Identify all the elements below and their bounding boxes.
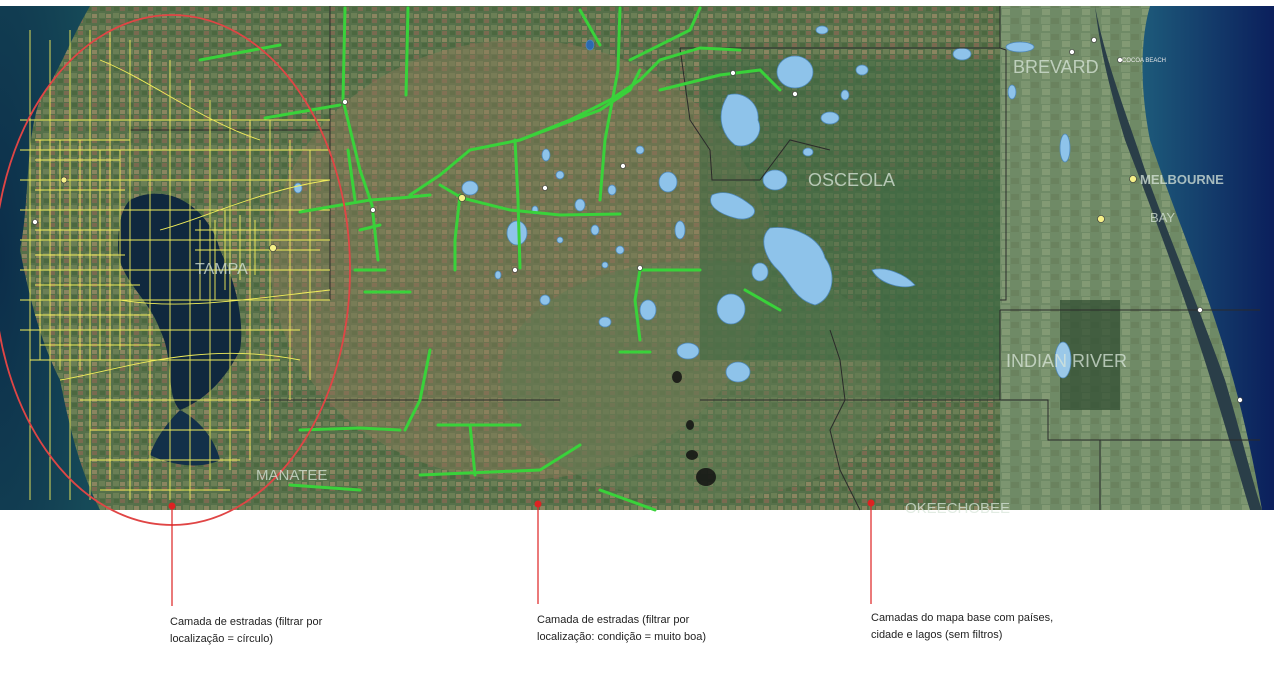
annotation-basemap: Camadas do mapa base com países, cidade …	[871, 612, 1054, 641]
label-melbourne: MELBOURNE	[1140, 172, 1224, 187]
map-canvas[interactable]: BREVARD OSCEOLA MELBOURNE INDIAN RIVER T…	[0, 0, 1274, 686]
label-okeechobee: OKEECHOBEE	[905, 500, 1010, 517]
callout-lines	[171, 503, 872, 606]
label-brevard: BREVARD	[1013, 57, 1099, 77]
map-figure: BREVARD OSCEOLA MELBOURNE INDIAN RIVER T…	[0, 0, 1274, 686]
annotation-roads-circle: Camada de estradas (filtrar por localiza…	[170, 616, 323, 645]
label-tampa: TAMPA	[195, 261, 248, 278]
label-osceola: OSCEOLA	[808, 170, 895, 190]
label-indian-river: INDIAN RIVER	[1006, 351, 1127, 371]
label-cocoa-beach: COCOA BEACH	[1122, 58, 1166, 64]
label-manatee: MANATEE	[256, 467, 327, 484]
label-bay: BAY	[1150, 210, 1175, 225]
annotation-roads-condition: Camada de estradas (filtrar por localiza…	[537, 614, 707, 643]
